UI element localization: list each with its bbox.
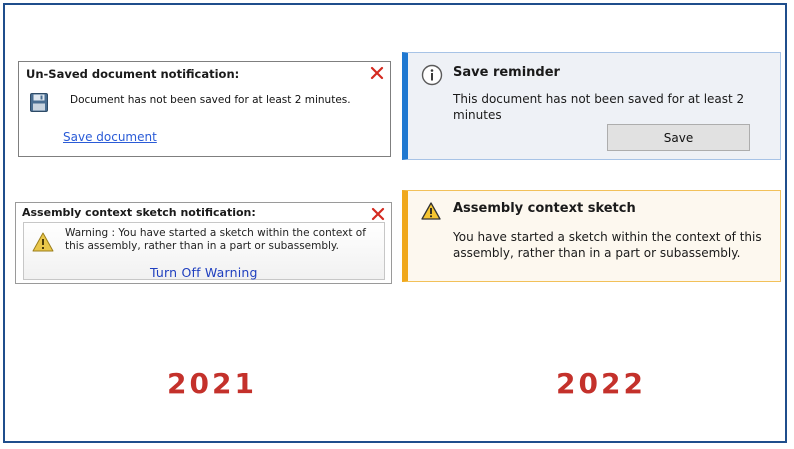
year-label-2021: 2021 bbox=[167, 367, 257, 400]
save-reminder-title: Save reminder bbox=[453, 65, 560, 80]
old-unsaved-title: Un-Saved document notification: bbox=[26, 67, 240, 81]
info-icon bbox=[421, 64, 443, 86]
save-reminder-message: This document has not been saved for at … bbox=[453, 92, 745, 122]
new-save-reminder: Save reminder This document has not been… bbox=[402, 52, 781, 160]
warning-triangle-icon bbox=[32, 232, 54, 252]
old-unsaved-notification: Un-Saved document notification: Document… bbox=[18, 61, 391, 157]
old-sketch-title: Assembly context sketch notification: bbox=[22, 206, 256, 219]
close-icon[interactable] bbox=[371, 206, 385, 221]
old-sketch-notification: Assembly context sketch notification: Wa… bbox=[15, 202, 392, 284]
old-sketch-body: Warning : You have started a sketch with… bbox=[23, 222, 385, 280]
save-button[interactable]: Save bbox=[607, 124, 750, 151]
new-sketch-title: Assembly context sketch bbox=[453, 201, 636, 216]
floppy-disk-icon bbox=[30, 93, 48, 112]
new-sketch-notification: Assembly context sketch You have started… bbox=[402, 190, 781, 282]
new-sketch-message: You have started a sketch within the con… bbox=[453, 230, 762, 260]
save-document-link[interactable]: Save document bbox=[63, 130, 157, 144]
warning-triangle-icon bbox=[421, 202, 441, 220]
close-icon[interactable] bbox=[370, 65, 384, 80]
old-unsaved-message: Document has not been saved for at least… bbox=[70, 94, 351, 106]
old-sketch-message: Warning : You have started a sketch with… bbox=[65, 227, 366, 252]
turn-off-warning-link[interactable]: Turn Off Warning bbox=[150, 265, 258, 280]
year-label-2022: 2022 bbox=[556, 367, 646, 400]
comparison-frame: Un-Saved document notification: Document… bbox=[3, 3, 787, 443]
